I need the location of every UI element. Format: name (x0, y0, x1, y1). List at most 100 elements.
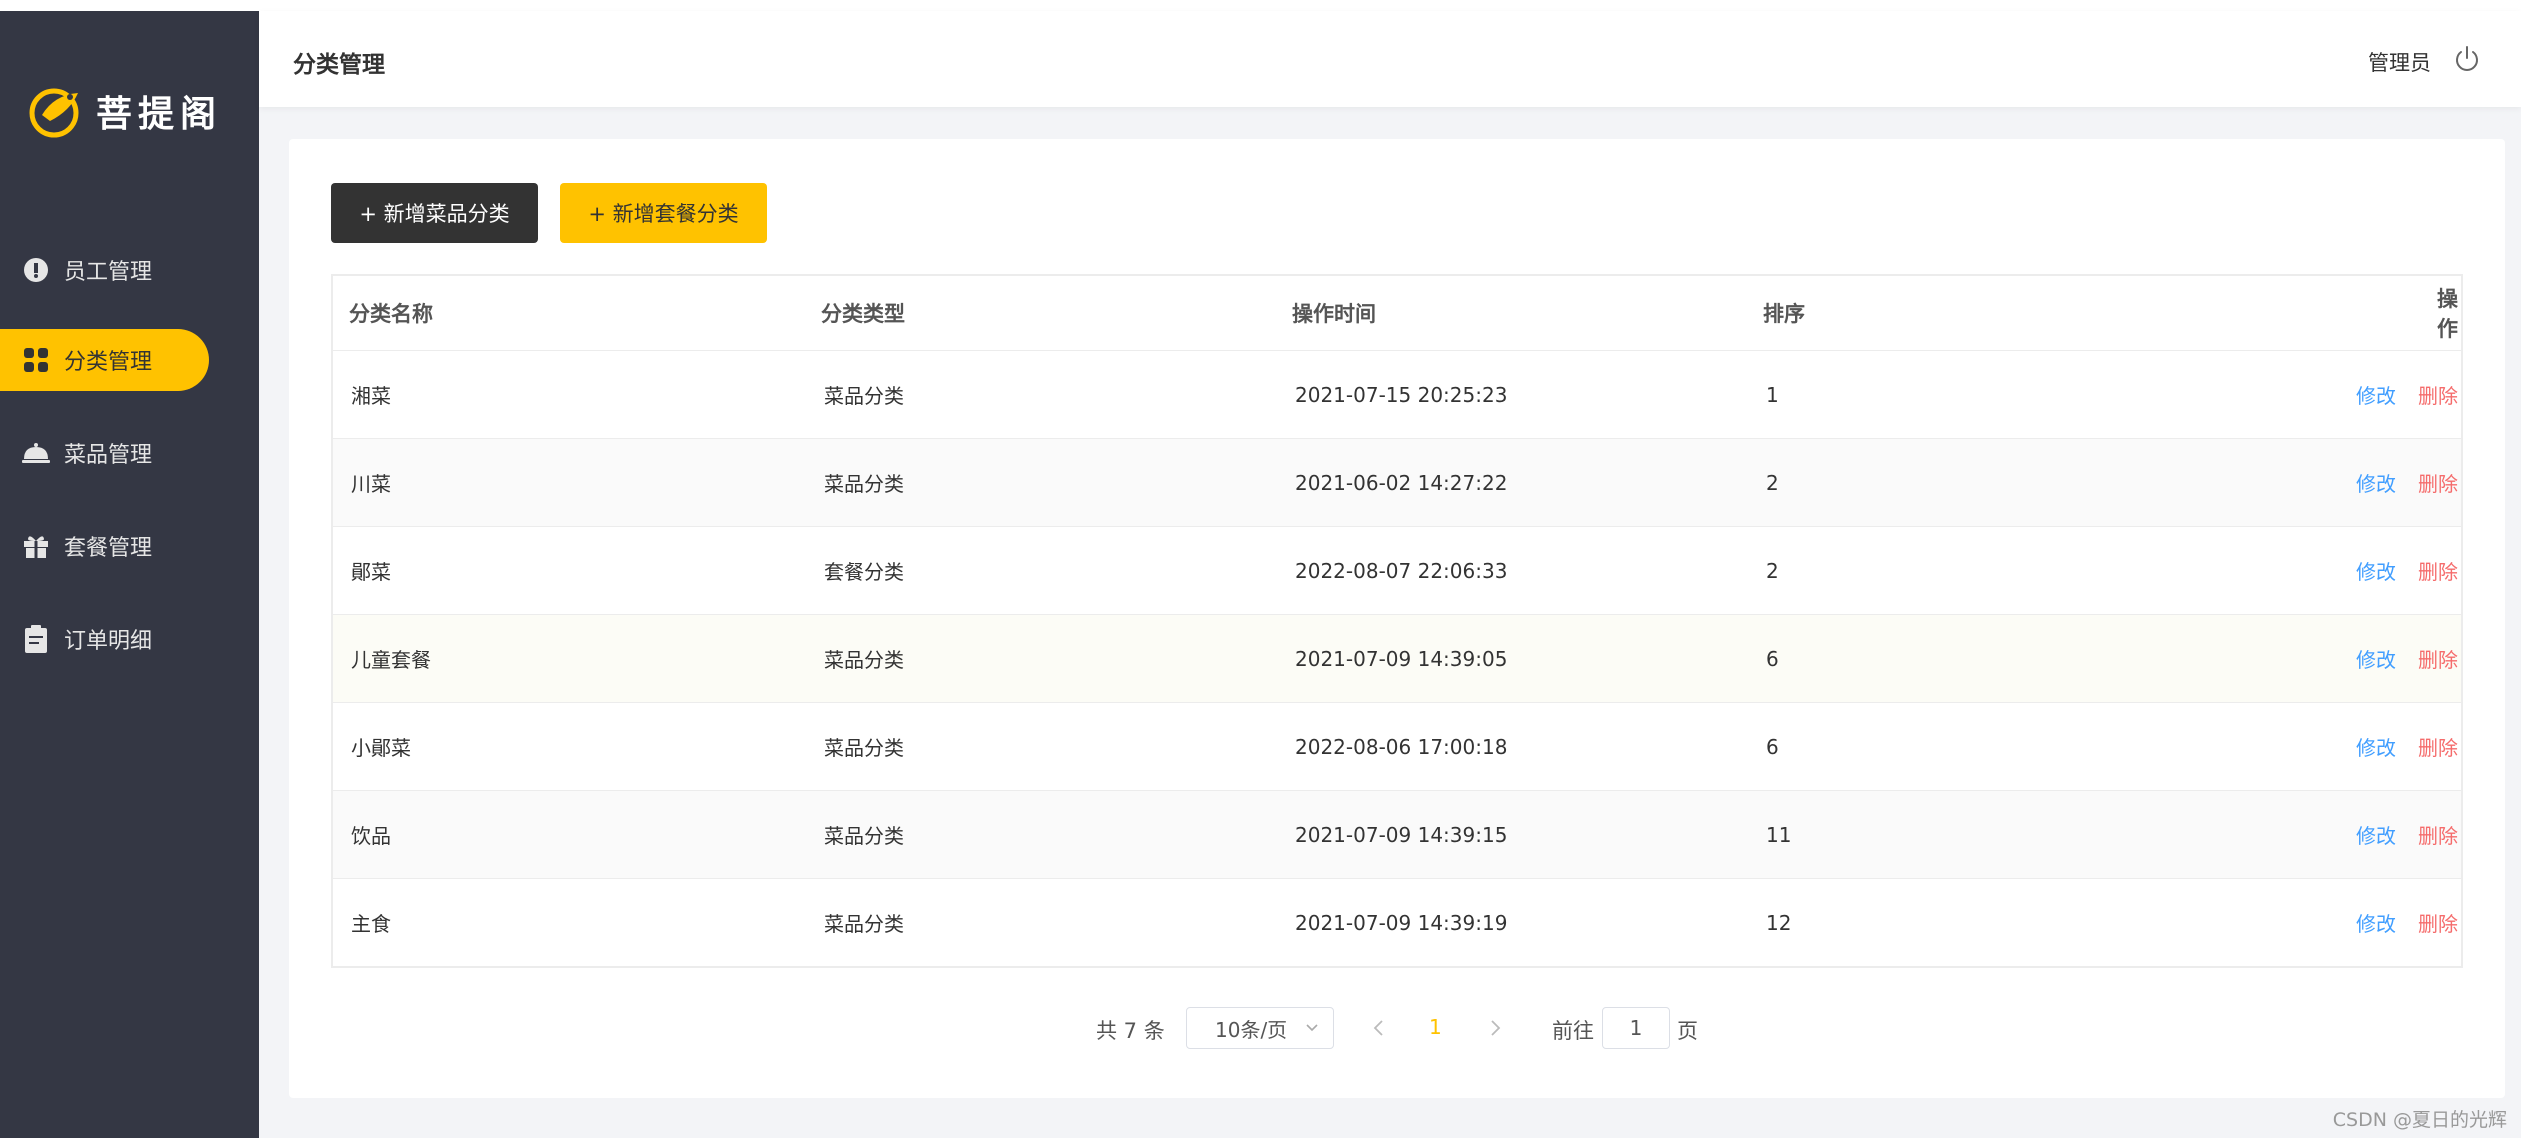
cell-sort: 11 (1766, 822, 1792, 847)
clipboard-icon (22, 625, 50, 653)
cell-actions: 修改 删除 (2356, 439, 2458, 526)
next-page-icon[interactable] (1485, 1017, 1505, 1039)
cell-actions: 修改 删除 (2356, 791, 2458, 878)
sidebar-item-label: 员工管理 (64, 260, 153, 285)
cell-sort: 6 (1766, 646, 1779, 671)
table-row: 小鄖菜 菜品分类 2022-08-06 17:00:18 6 修改 删除 (333, 703, 2461, 791)
sidebar-item-label: 菜品管理 (64, 443, 153, 468)
pagination: 共 7 条 10条/页 1 前往 页 (289, 1007, 2505, 1051)
cell-name: 饮品 (351, 824, 391, 848)
edit-link[interactable]: 修改 (2356, 820, 2396, 849)
top-strip (0, 0, 2521, 11)
brand-name: 菩提阁 (96, 93, 223, 135)
cell-actions: 修改 删除 (2356, 703, 2458, 790)
cell-actions: 修改 删除 (2356, 351, 2458, 438)
content-card: + 新增菜品分类 + 新增套餐分类 分类名称 分类类型 操作时间 排序 操作 湘… (289, 139, 2505, 1098)
page-size-select[interactable]: 10条/页 (1186, 1007, 1334, 1049)
cell-time: 2021-07-09 14:39:05 (1295, 646, 1508, 671)
cell-time: 2021-07-15 20:25:23 (1295, 382, 1508, 407)
edit-link[interactable]: 修改 (2356, 908, 2396, 937)
column-header-type: 分类类型 (821, 302, 905, 326)
delete-link[interactable]: 删除 (2418, 556, 2458, 585)
cell-type: 菜品分类 (824, 912, 904, 936)
edit-link[interactable]: 修改 (2356, 644, 2396, 673)
sidebar-item-category[interactable]: 分类管理 (0, 329, 209, 391)
power-icon[interactable] (2453, 45, 2481, 73)
column-header-name: 分类名称 (349, 302, 433, 326)
cell-time: 2021-07-09 14:39:19 (1295, 910, 1508, 935)
edit-link[interactable]: 修改 (2356, 468, 2396, 497)
page-title: 分类管理 (293, 52, 385, 78)
category-table: 分类名称 分类类型 操作时间 排序 操作 湘菜 菜品分类 2021-07-15 … (331, 274, 2463, 968)
cell-type: 菜品分类 (824, 648, 904, 672)
sidebar-item-employee[interactable]: 员工管理 (0, 239, 209, 301)
column-header-time: 操作时间 (1292, 302, 1376, 326)
table-row: 饮品 菜品分类 2021-07-09 14:39:15 11 修改 删除 (333, 791, 2461, 879)
delete-link[interactable]: 删除 (2418, 732, 2458, 761)
cell-actions: 修改 删除 (2356, 527, 2458, 614)
cell-sort: 6 (1766, 734, 1779, 759)
sidebar-item-orders[interactable]: 订单明细 (0, 608, 209, 670)
cell-type: 菜品分类 (824, 824, 904, 848)
sidebar-item-combo[interactable]: 套餐管理 (0, 515, 209, 577)
cell-name: 儿童套餐 (351, 648, 431, 672)
column-header-actions: 操作 (2437, 287, 2458, 341)
delete-link[interactable]: 删除 (2418, 468, 2458, 497)
gift-icon (22, 532, 50, 560)
table-row: 主食 菜品分类 2021-07-09 14:39:19 12 修改 删除 (333, 879, 2461, 966)
goto-page-input[interactable] (1602, 1007, 1670, 1049)
edit-link[interactable]: 修改 (2356, 732, 2396, 761)
page-suffix-label: 页 (1677, 1019, 1698, 1043)
table-row: 川菜 菜品分类 2021-06-02 14:27:22 2 修改 删除 (333, 439, 2461, 527)
column-header-sort: 排序 (1763, 302, 1805, 326)
delete-link[interactable]: 删除 (2418, 820, 2458, 849)
cell-type: 菜品分类 (824, 472, 904, 496)
prev-page-icon[interactable] (1369, 1017, 1389, 1039)
add-combo-category-button[interactable]: + 新增套餐分类 (560, 183, 767, 243)
cell-sort: 1 (1766, 382, 1779, 407)
page-size-value: 10条/页 (1215, 1017, 1288, 1042)
employee-icon (22, 256, 50, 284)
cell-time: 2022-08-06 17:00:18 (1295, 734, 1508, 759)
cell-type: 菜品分类 (824, 384, 904, 408)
cell-name: 小鄖菜 (351, 736, 411, 760)
table-header: 分类名称 分类类型 操作时间 排序 操作 (333, 276, 2461, 351)
page-number-current[interactable]: 1 (1429, 1015, 1442, 1039)
cell-name: 川菜 (351, 472, 391, 496)
cell-type: 套餐分类 (824, 560, 904, 584)
delete-link[interactable]: 删除 (2418, 380, 2458, 409)
logo-icon (29, 88, 79, 138)
cell-actions: 修改 删除 (2356, 615, 2458, 702)
sidebar: 菩提阁 员工管理 分类管理 菜品管理 套餐管理 订单明细 (0, 11, 259, 1138)
cell-sort: 12 (1766, 910, 1792, 935)
brand-logo: 菩提阁 (26, 81, 222, 141)
pagination-total: 共 7 条 (1096, 1019, 1165, 1043)
category-grid-icon (22, 346, 50, 374)
add-dish-category-button[interactable]: + 新增菜品分类 (331, 183, 538, 243)
sidebar-item-label: 订单明细 (64, 629, 153, 654)
cell-name: 湘菜 (351, 384, 391, 408)
cell-name: 主食 (351, 912, 391, 936)
top-header: 分类管理 管理员 (259, 11, 2521, 107)
cell-type: 菜品分类 (824, 736, 904, 760)
cell-time: 2021-07-09 14:39:15 (1295, 822, 1508, 847)
edit-link[interactable]: 修改 (2356, 556, 2396, 585)
user-name: 管理员 (2368, 51, 2431, 75)
cell-sort: 2 (1766, 558, 1779, 583)
table-row: 湘菜 菜品分类 2021-07-15 20:25:23 1 修改 删除 (333, 351, 2461, 439)
cell-actions: 修改 删除 (2356, 879, 2458, 966)
sidebar-item-dish[interactable]: 菜品管理 (0, 422, 209, 484)
delete-link[interactable]: 删除 (2418, 908, 2458, 937)
cell-time: 2021-06-02 14:27:22 (1295, 470, 1508, 495)
table-row: 鄖菜 套餐分类 2022-08-07 22:06:33 2 修改 删除 (333, 527, 2461, 615)
cell-sort: 2 (1766, 470, 1779, 495)
chevron-down-icon (1306, 1024, 1318, 1032)
edit-link[interactable]: 修改 (2356, 380, 2396, 409)
dish-cloche-icon (22, 439, 50, 467)
goto-label: 前往 (1552, 1019, 1594, 1043)
table-row: 儿童套餐 菜品分类 2021-07-09 14:39:05 6 修改 删除 (333, 615, 2461, 703)
watermark: CSDN @夏日的光辉 (2332, 1109, 2507, 1131)
cell-name: 鄖菜 (351, 560, 391, 584)
delete-link[interactable]: 删除 (2418, 644, 2458, 673)
sidebar-item-label: 套餐管理 (64, 536, 153, 561)
